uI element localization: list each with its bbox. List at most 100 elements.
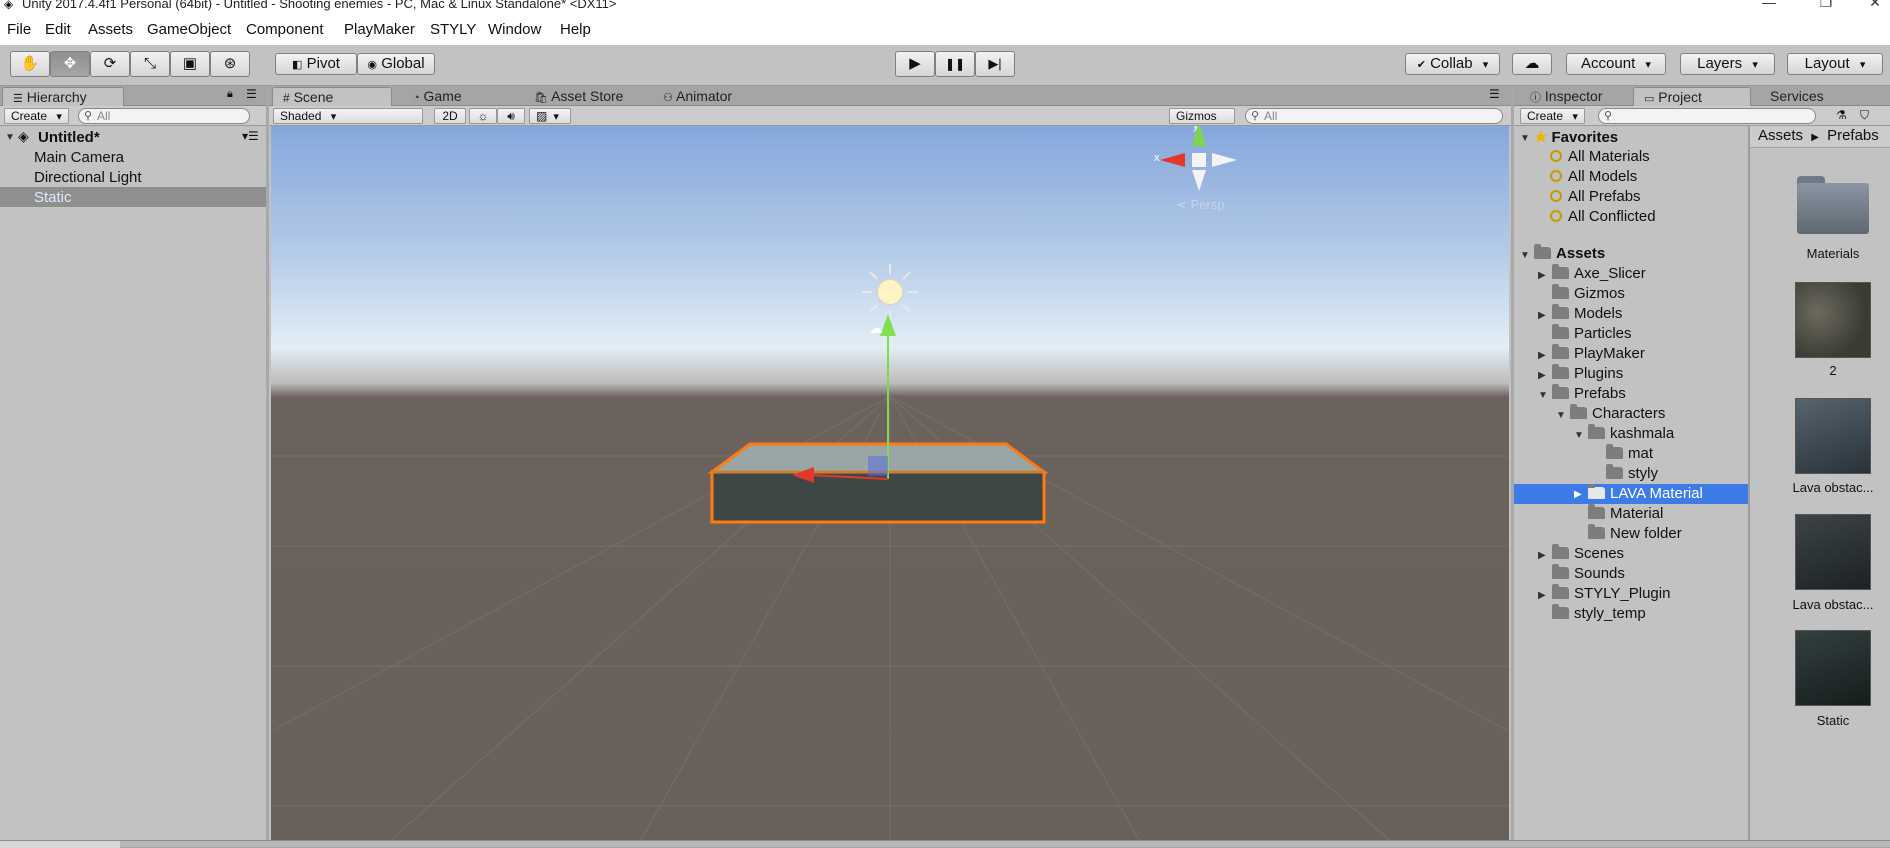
static-platform[interactable] xyxy=(707,442,1049,524)
project-search-input[interactable] xyxy=(1598,108,1816,124)
lava-material-toggle-icon[interactable]: ▶ xyxy=(1574,489,1582,500)
gizmos-dropdown[interactable]: Gizmos xyxy=(1169,108,1235,124)
pivot-button[interactable]: ◧ Pivot xyxy=(275,53,357,75)
thumb-material-2[interactable] xyxy=(1795,282,1871,358)
scenes-toggle-icon[interactable]: ▶ xyxy=(1538,550,1546,561)
folder-styly-temp[interactable]: styly_temp xyxy=(1552,604,1646,622)
assets-root[interactable]: Assets xyxy=(1534,244,1605,262)
menu-component[interactable]: Component xyxy=(246,21,324,38)
menu-assets[interactable]: Assets xyxy=(88,21,133,38)
2d-toggle[interactable]: 2D xyxy=(434,108,466,124)
layout-dropdown[interactable]: Layout xyxy=(1787,53,1883,75)
filter-type-icon[interactable]: ⚗ xyxy=(1836,108,1847,122)
folder-mat[interactable]: mat xyxy=(1606,444,1653,462)
models-toggle-icon[interactable]: ▶ xyxy=(1538,310,1546,321)
menu-file[interactable]: File xyxy=(7,21,31,38)
favorites-header[interactable]: ★ Favorites xyxy=(1534,128,1618,146)
folder-lava-material-row[interactable]: ▶ LAVA Material xyxy=(1514,484,1748,504)
menu-styly[interactable]: STYLY xyxy=(430,21,476,38)
folder-material[interactable]: Material xyxy=(1588,504,1663,522)
folder-styly[interactable]: styly xyxy=(1606,464,1658,482)
menu-window[interactable]: Window xyxy=(488,21,541,38)
scene-panel-menu-icon[interactable]: ☰ xyxy=(1489,87,1500,101)
panel-menu-icon[interactable]: ☰ xyxy=(246,87,257,101)
tab-services[interactable]: Services xyxy=(1760,87,1834,106)
kashmala-toggle-icon[interactable]: ▼ xyxy=(1574,430,1584,441)
folder-prefabs[interactable]: Prefabs xyxy=(1552,384,1626,402)
scale-tool-button[interactable]: ⤡ xyxy=(130,51,170,77)
thumb-materials-folder[interactable] xyxy=(1797,176,1869,234)
menu-gameobject[interactable]: GameObject xyxy=(147,21,231,38)
menu-playmaker[interactable]: PlayMaker xyxy=(344,21,415,38)
folder-scenes[interactable]: Scenes xyxy=(1552,544,1624,562)
persp-toggle[interactable]: ≺ Persp xyxy=(1176,197,1225,213)
scene-canvas[interactable]: ☁ 🔒︎ xyxy=(271,126,1509,840)
account-dropdown[interactable]: Account xyxy=(1566,53,1666,75)
favorite-all-models[interactable]: All Models xyxy=(1550,168,1637,185)
tab-inspector[interactable]: ⓘ Inspector xyxy=(1520,87,1612,106)
shading-dropdown[interactable]: Shaded xyxy=(273,108,423,124)
tab-asset-store[interactable]: 🛍︎ Asset Store xyxy=(524,87,633,106)
folder-models[interactable]: Models xyxy=(1552,304,1622,322)
layers-dropdown[interactable]: Layers xyxy=(1680,53,1775,75)
favorite-all-conflicted[interactable]: All Conflicted xyxy=(1550,208,1656,225)
breadcrumb-assets[interactable]: Assets xyxy=(1758,127,1803,144)
tab-game[interactable]: ◔ Game xyxy=(403,87,472,106)
project-create-dropdown[interactable]: Create xyxy=(1520,108,1585,124)
playmaker-toggle-icon[interactable]: ▶ xyxy=(1538,350,1546,361)
lighting-toggle[interactable]: ☼ xyxy=(469,108,497,124)
collab-dropdown[interactable]: ✔ Collab xyxy=(1405,53,1500,75)
pause-button[interactable]: ❚❚ xyxy=(935,51,975,77)
move-tool-button[interactable]: ✥ xyxy=(50,51,90,77)
folder-plugins[interactable]: Plugins xyxy=(1552,364,1623,382)
thumb-lava-obstacle-1[interactable] xyxy=(1795,398,1871,474)
hierarchy-search-input[interactable]: All xyxy=(78,108,250,124)
folder-styly-plugin[interactable]: STYLY_Plugin xyxy=(1552,584,1670,602)
folder-axe-slicer[interactable]: Axe_Slicer xyxy=(1552,264,1646,282)
plugins-toggle-icon[interactable]: ▶ xyxy=(1538,370,1546,381)
filter-label-icon[interactable]: ⛉ xyxy=(1860,108,1869,123)
styly-plugin-toggle-icon[interactable]: ▶ xyxy=(1538,590,1546,601)
rotate-tool-button[interactable]: ⟳ xyxy=(90,51,130,77)
step-button[interactable]: ▶| xyxy=(975,51,1015,77)
assets-toggle-icon[interactable]: ▼ xyxy=(1520,250,1530,261)
folder-particles[interactable]: Particles xyxy=(1552,324,1632,342)
folder-characters[interactable]: Characters xyxy=(1570,404,1665,422)
minimize-button[interactable]: — xyxy=(1749,0,1789,12)
hierarchy-item-main-camera[interactable]: Main Camera xyxy=(34,149,124,166)
favorite-all-materials[interactable]: All Materials xyxy=(1550,148,1650,165)
menu-help[interactable]: Help xyxy=(560,21,591,38)
scene-search-input[interactable]: All xyxy=(1245,108,1503,124)
transform-tool-button[interactable]: ⊛ xyxy=(210,51,250,77)
effects-dropdown[interactable]: ▨ xyxy=(529,108,571,124)
expand-triangle-icon[interactable]: ▼ xyxy=(5,132,15,143)
cloud-button[interactable]: ☁ xyxy=(1512,53,1552,75)
rect-tool-button[interactable]: ▣ xyxy=(170,51,210,77)
folder-sounds[interactable]: Sounds xyxy=(1552,564,1625,582)
folder-new-folder[interactable]: New folder xyxy=(1588,524,1682,542)
directional-light-gizmo[interactable] xyxy=(862,264,918,320)
folder-kashmala[interactable]: kashmala xyxy=(1588,424,1674,442)
hand-tool-button[interactable]: ✋ xyxy=(10,51,50,77)
folder-playmaker[interactable]: PlayMaker xyxy=(1552,344,1645,362)
thumb-lava-obstacle-2[interactable] xyxy=(1795,514,1871,590)
menu-edit[interactable]: Edit xyxy=(45,21,71,38)
project-split-divider[interactable] xyxy=(1748,126,1750,840)
tab-project[interactable]: ▭ Project xyxy=(1633,87,1751,106)
global-button[interactable]: ◉ Global xyxy=(357,53,435,75)
scene-row[interactable]: ▼ ◈ Untitled* ▾☰ xyxy=(0,128,266,148)
tab-scene[interactable]: # Scene xyxy=(272,87,392,106)
hierarchy-item-directional-light[interactable]: Directional Light xyxy=(34,169,142,186)
favorites-toggle-icon[interactable]: ▼ xyxy=(1520,133,1530,144)
maximize-button[interactable]: ❐ xyxy=(1806,0,1846,12)
orientation-gizmo[interactable]: 🔒︎ xyxy=(1160,126,1237,191)
hierarchy-item-static-row[interactable]: Static xyxy=(0,187,266,207)
characters-toggle-icon[interactable]: ▼ xyxy=(1556,410,1566,421)
lock-icon[interactable]: 🔒︎ xyxy=(227,88,233,101)
play-button[interactable]: ▶ xyxy=(895,51,935,77)
scene-menu-icon[interactable]: ▾☰ xyxy=(242,129,259,143)
thumb-static[interactable] xyxy=(1795,630,1871,706)
audio-toggle[interactable]: 🔊︎ xyxy=(497,108,525,124)
axe-slicer-toggle-icon[interactable]: ▶ xyxy=(1538,270,1546,281)
hierarchy-create-dropdown[interactable]: Create xyxy=(4,108,69,124)
